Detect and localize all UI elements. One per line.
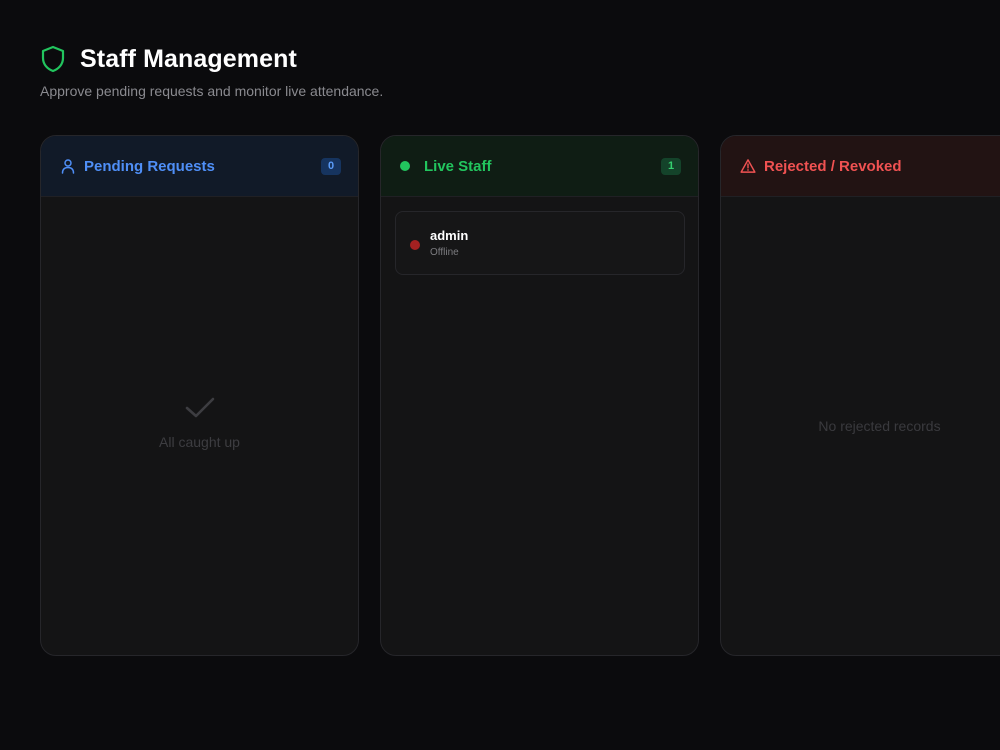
offline-status-dot [410,240,420,250]
warning-icon [740,158,756,174]
staff-info: admin Offline [430,228,468,258]
rejected-title: Rejected / Revoked [764,157,902,175]
rejected-body: No rejected records [721,197,1000,655]
staff-management-page: Staff Management Approve pending request… [0,0,1000,750]
pending-requests-column: Pending Requests 0 All caught up [40,135,359,656]
rejected-column: Rejected / Revoked No rejected records [720,135,1000,656]
page-title: Staff Management [80,44,297,73]
pending-requests-title: Pending Requests [84,157,215,175]
staff-card[interactable]: admin Offline [395,211,685,275]
live-dot-icon [400,158,416,174]
live-staff-title: Live Staff [424,157,492,175]
pending-requests-header: Pending Requests 0 [41,136,358,197]
page-subtitle: Approve pending requests and monitor liv… [40,83,384,99]
title-row: Staff Management [40,44,383,74]
staff-name: admin [430,228,469,243]
shield-icon [40,45,66,73]
pending-count-badge: 0 [321,157,341,175]
live-staff-body: admin Offline [381,197,698,655]
rejected-header: Rejected / Revoked [721,136,1000,197]
rejected-empty-text: No rejected records [818,418,941,434]
check-icon [185,397,215,424]
pending-empty-text: All caught up [159,434,240,450]
pending-requests-body: All caught up [41,197,358,655]
staff-status: Offline [430,247,459,258]
user-icon [60,158,76,174]
live-staff-header: Live Staff 1 [381,136,698,197]
live-count-badge: 1 [661,157,681,175]
pending-empty-state: All caught up [41,397,358,450]
page-header: Staff Management Approve pending request… [40,44,384,100]
live-staff-column: Live Staff 1 admin Offline [380,135,699,656]
